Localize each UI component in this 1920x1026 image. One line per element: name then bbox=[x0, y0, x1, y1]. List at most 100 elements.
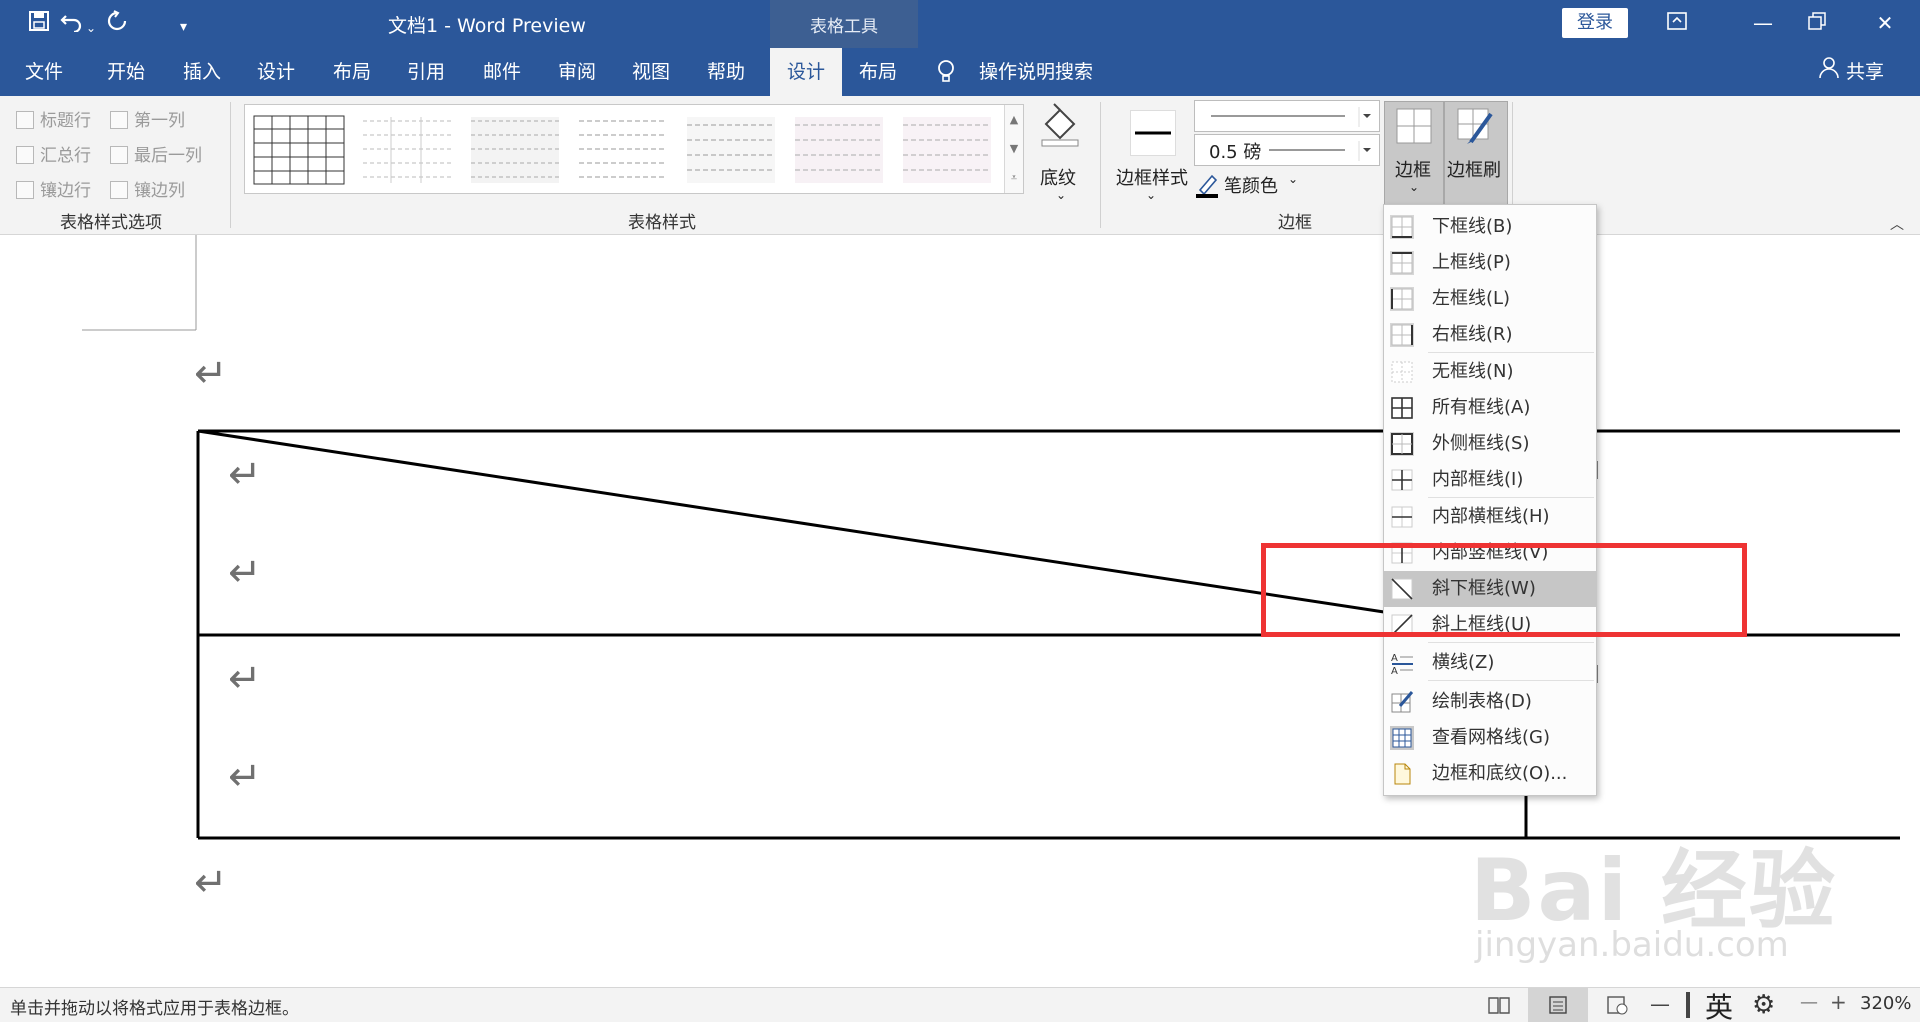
tab-references[interactable]: 引用 bbox=[394, 48, 458, 96]
tab-table-design[interactable]: 设计 bbox=[770, 48, 842, 96]
tab-help[interactable]: 帮助 bbox=[694, 48, 758, 96]
tab-home[interactable]: 开始 bbox=[94, 48, 158, 96]
gallery-more-icon[interactable]: ⩡ bbox=[1005, 163, 1023, 192]
checkbox-header-row[interactable]: 标题行 bbox=[16, 106, 91, 131]
zoom-out-icon[interactable]: — bbox=[1650, 992, 1670, 1016]
minimize-icon[interactable]: — bbox=[1748, 8, 1778, 38]
status-bar: 单击并拖动以将格式应用于表格边框。 — 英 ⚙ — + 320% bbox=[0, 987, 1920, 1024]
menu-item-no-border[interactable]: 无框线(N) bbox=[1384, 354, 1596, 390]
menu-item-right-border[interactable]: 右框线(R) bbox=[1384, 317, 1596, 353]
tab-review[interactable]: 审阅 bbox=[545, 48, 609, 96]
tab-design[interactable]: 设计 bbox=[244, 48, 308, 96]
collapse-ribbon-icon[interactable]: ︿ bbox=[1890, 214, 1904, 234]
shading-button[interactable]: 底纹 ⌄ bbox=[1030, 102, 1090, 202]
borders-button[interactable]: 边框 ⌄ bbox=[1384, 101, 1444, 205]
menu-item-left-border[interactable]: 左框线(L) bbox=[1384, 281, 1596, 317]
menu-item-draw-table[interactable]: 绘制表格(D) bbox=[1384, 684, 1596, 720]
menu-item-outside-borders[interactable]: 外侧框线(S) bbox=[1384, 426, 1596, 462]
border-painter-button[interactable]: 边框刷 bbox=[1444, 101, 1508, 205]
table-style-light-5[interactable] bbox=[793, 115, 885, 185]
border-styles-button[interactable]: 边框样式 ⌄ bbox=[1112, 104, 1192, 204]
web-layout-icon[interactable] bbox=[1606, 995, 1628, 1019]
line-style-select[interactable] bbox=[1194, 100, 1380, 132]
customize-quick-access-icon[interactable]: ▾ bbox=[180, 13, 187, 41]
checkbox-last-column[interactable]: 最后一列 bbox=[110, 141, 202, 166]
group-separator bbox=[230, 102, 231, 228]
menu-item-bottom-border[interactable]: 下框线(B) bbox=[1384, 209, 1596, 245]
pen-color-icon bbox=[1196, 172, 1220, 202]
ribbon: 标题行 第一列 汇总行 最后一列 镶边行 镶边列 表格样式选项 ▲ ▼ ⩡ 底纹… bbox=[0, 96, 1920, 235]
shading-label: 底纹 bbox=[1040, 168, 1076, 189]
gallery-scroll-up-icon[interactable]: ▲ bbox=[1005, 105, 1023, 134]
table-styles-label: 表格样式 bbox=[628, 213, 696, 233]
all-borders-icon bbox=[1391, 397, 1413, 419]
save-icon[interactable] bbox=[28, 10, 50, 40]
undo-dropdown-icon[interactable]: ⌄ bbox=[86, 14, 96, 42]
no-border-icon bbox=[1391, 361, 1413, 383]
menu-item-label: 左框线(L) bbox=[1432, 288, 1511, 309]
ribbon-display-options-icon[interactable] bbox=[1662, 8, 1692, 38]
undo-icon[interactable] bbox=[60, 10, 84, 40]
tab-table-layout[interactable]: 布局 bbox=[846, 48, 910, 96]
share-button[interactable]: 共享 bbox=[1818, 48, 1884, 96]
print-layout-icon[interactable] bbox=[1528, 988, 1588, 1022]
menu-item-horizontal-line[interactable]: AA 横线(Z) bbox=[1384, 645, 1596, 681]
menu-item-label: 下框线(B) bbox=[1432, 216, 1513, 237]
zoom-slider-thumb[interactable] bbox=[1686, 992, 1690, 1018]
gallery-scrollbar[interactable]: ▲ ▼ ⩡ bbox=[1004, 105, 1023, 193]
checkbox-first-column[interactable]: 第一列 bbox=[110, 106, 185, 131]
borders-label: 边框 bbox=[1395, 160, 1431, 181]
borders-icon bbox=[1396, 108, 1432, 148]
menu-item-all-borders[interactable]: 所有框线(A) bbox=[1384, 390, 1596, 426]
tab-insert[interactable]: 插入 bbox=[170, 48, 234, 96]
border-painter-icon bbox=[1457, 108, 1495, 150]
menu-item-label: 内部横框线(H) bbox=[1432, 506, 1550, 527]
tab-view[interactable]: 视图 bbox=[619, 48, 683, 96]
checkbox-banded-rows[interactable]: 镶边行 bbox=[16, 176, 91, 201]
checkbox-banded-columns[interactable]: 镶边列 bbox=[110, 176, 185, 201]
menu-item-borders-and-shading[interactable]: 边框和底纹(O)... bbox=[1384, 756, 1596, 792]
tab-layout[interactable]: 布局 bbox=[320, 48, 384, 96]
table-style-light-1[interactable] bbox=[361, 115, 453, 185]
table-style-options-label: 表格样式选项 bbox=[60, 213, 162, 233]
gallery-scroll-down-icon[interactable]: ▼ bbox=[1005, 134, 1023, 163]
menu-item-inside-horizontal-border[interactable]: 内部横框线(H) bbox=[1384, 499, 1596, 535]
menu-item-top-border[interactable]: 上框线(P) bbox=[1384, 245, 1596, 281]
settings-gear-icon[interactable]: ⚙ bbox=[1752, 990, 1775, 1020]
table-style-light-2[interactable] bbox=[469, 115, 561, 185]
title-bar: ⌄ ▾ 文档1 - Word Preview 表格工具 登录 — ✕ bbox=[0, 0, 1920, 48]
tab-mailings[interactable]: 邮件 bbox=[470, 48, 534, 96]
tell-me-search[interactable]: 操作说明搜索 bbox=[935, 48, 1093, 96]
tab-file[interactable]: 文件 bbox=[12, 48, 76, 96]
restore-icon[interactable] bbox=[1802, 8, 1832, 38]
menu-item-label: 内部框线(I) bbox=[1432, 469, 1524, 490]
menu-separator bbox=[1428, 497, 1594, 498]
redo-icon[interactable] bbox=[106, 10, 128, 40]
menu-item-label: 绘制表格(D) bbox=[1432, 691, 1532, 712]
menu-item-label: 边框和底纹(O)... bbox=[1432, 763, 1568, 784]
line-weight-select[interactable]: 0.5 磅 bbox=[1194, 134, 1380, 166]
table-style-light-6[interactable] bbox=[901, 115, 993, 185]
table-style-light-4[interactable] bbox=[685, 115, 777, 185]
table-style-light-3[interactable] bbox=[577, 115, 669, 185]
menu-item-inside-borders[interactable]: 内部框线(I) bbox=[1384, 462, 1596, 498]
menu-item-label: 上框线(P) bbox=[1432, 252, 1511, 273]
checkbox-total-row[interactable]: 汇总行 bbox=[16, 141, 91, 166]
group-separator bbox=[1100, 102, 1101, 228]
ime-mode-indicator[interactable]: 英 bbox=[1705, 986, 1733, 1026]
menu-separator bbox=[1428, 352, 1594, 353]
table-styles-gallery[interactable] bbox=[244, 104, 1024, 194]
login-button[interactable]: 登录 bbox=[1562, 8, 1628, 38]
pen-color-label: 笔颜色 bbox=[1224, 176, 1278, 197]
zoom-level[interactable]: 320% bbox=[1860, 993, 1911, 1014]
table-style-grid[interactable] bbox=[253, 115, 345, 185]
border-styles-dropdown-icon: ⌄ bbox=[1146, 188, 1157, 202]
menu-item-label: 外侧框线(S) bbox=[1432, 433, 1530, 454]
close-icon[interactable]: ✕ bbox=[1870, 8, 1900, 38]
zoom-minus-icon[interactable]: — bbox=[1800, 992, 1818, 1013]
read-mode-icon[interactable] bbox=[1488, 995, 1510, 1019]
zoom-plus-icon[interactable]: + bbox=[1830, 990, 1847, 1014]
menu-item-view-gridlines[interactable]: 查看网格线(G) bbox=[1384, 720, 1596, 756]
border-style-line-icon bbox=[1130, 110, 1176, 156]
paragraph-mark-icon: ↵ bbox=[194, 351, 228, 397]
